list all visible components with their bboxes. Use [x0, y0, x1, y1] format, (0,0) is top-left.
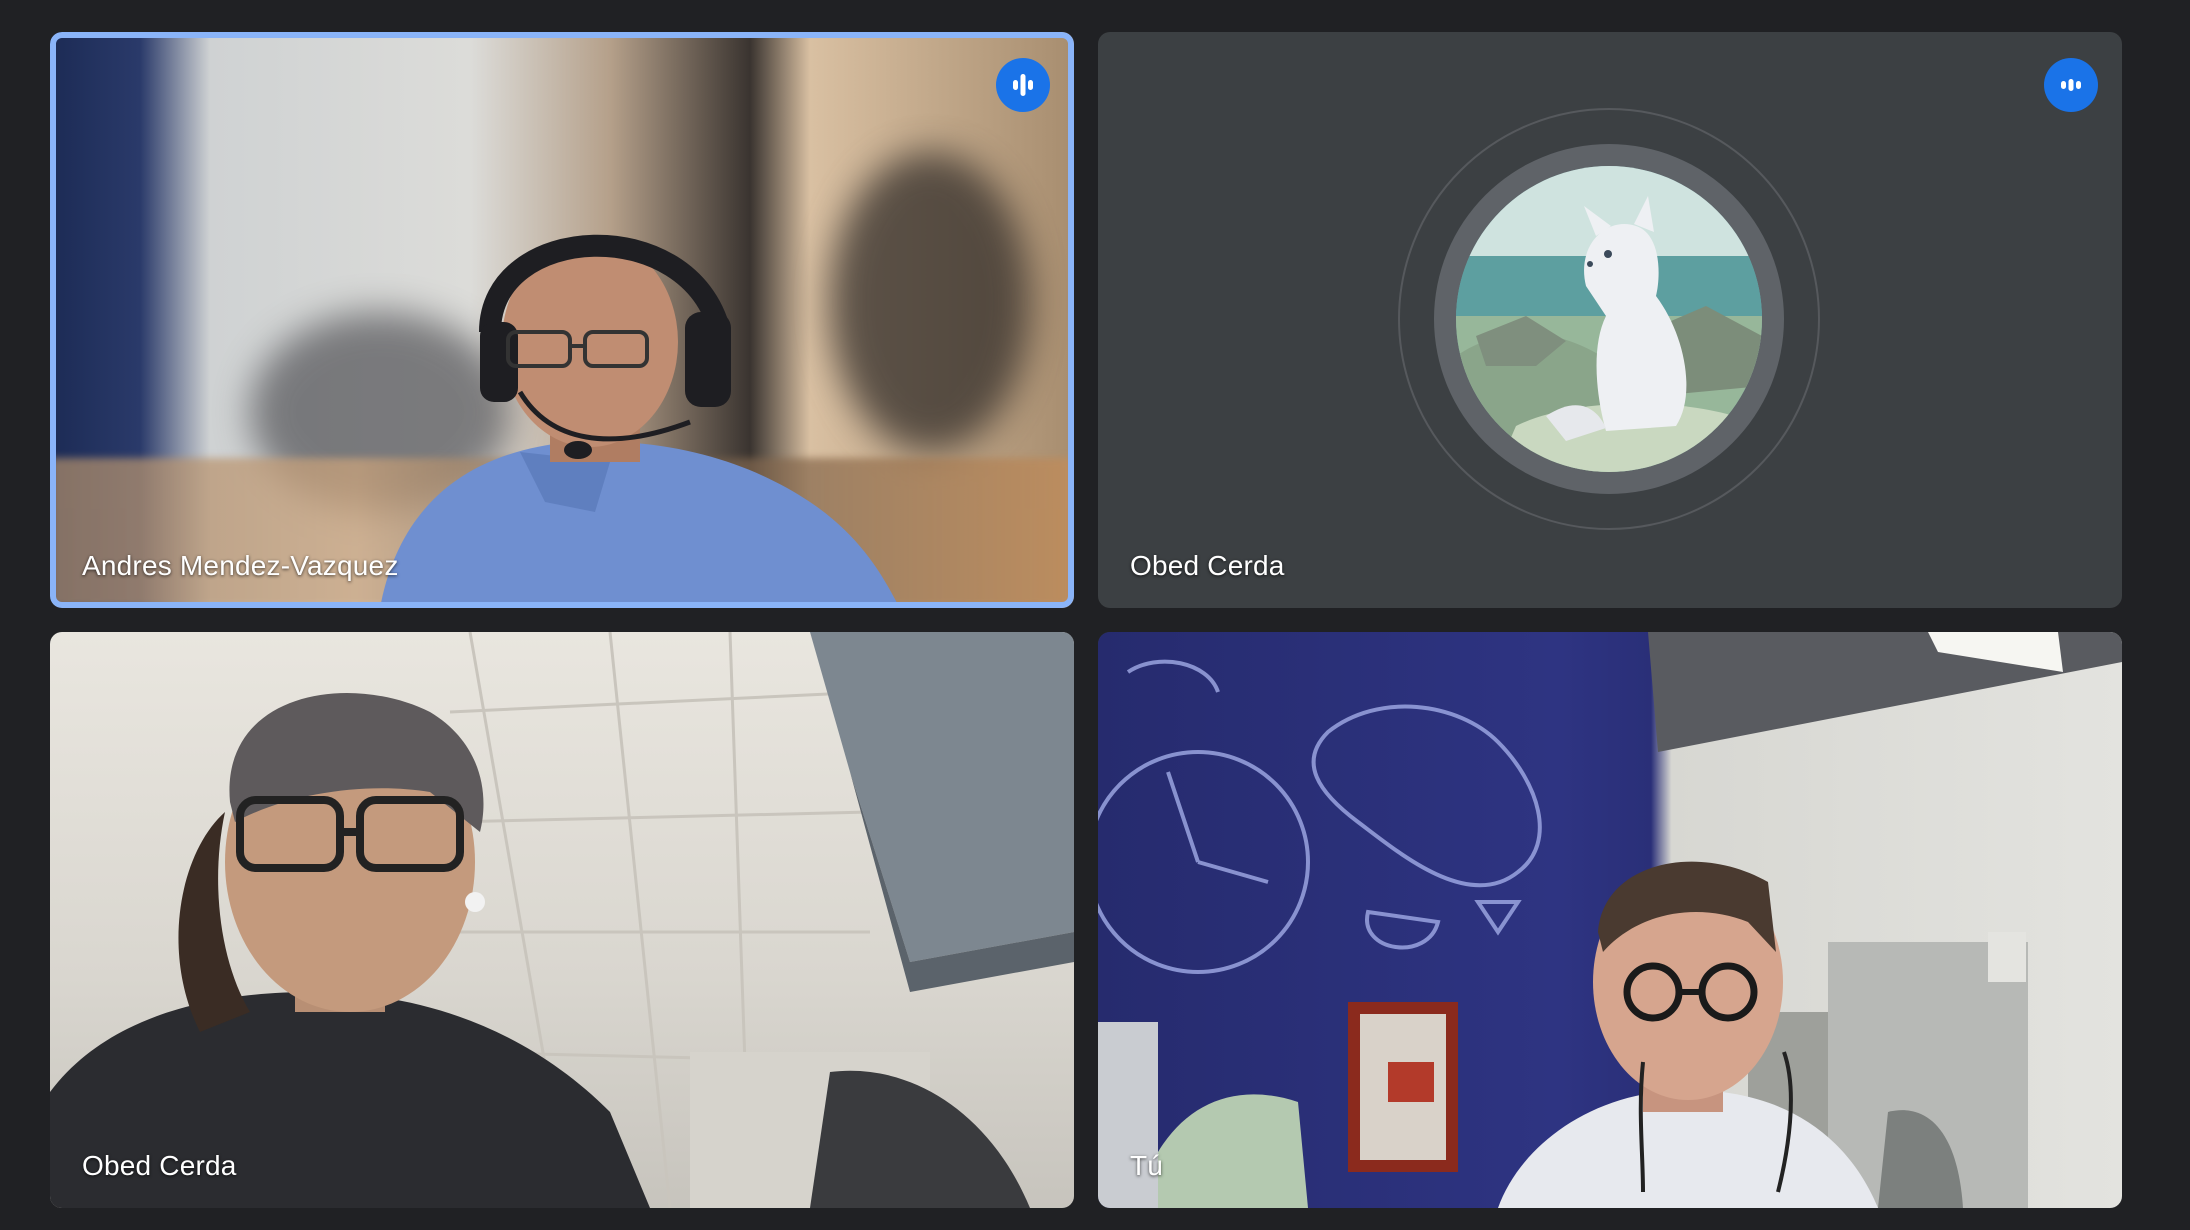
participant-tile-obed-video[interactable]: Obed Cerda: [50, 632, 1074, 1208]
person-silhouette: [380, 234, 900, 608]
participant-name: Obed Cerda: [82, 1150, 237, 1181]
participant-video: [1098, 632, 2122, 1208]
audio-bars-icon: [2061, 79, 2081, 91]
audio-level-indicator: [996, 58, 1050, 112]
participant-name: Obed Cerda: [1130, 550, 1285, 581]
participant-video: [50, 632, 1074, 1208]
meeting-grid: Andres Mendez-Vazquez Obed Cerda Obed Ce…: [0, 0, 2190, 1230]
participant-name: Tú: [1130, 1150, 1164, 1181]
participant-name: Andres Mendez-Vazquez: [82, 550, 399, 581]
participant-tile-andres[interactable]: Andres Mendez-Vazquez: [50, 32, 1074, 608]
participant-tile-obed-avatar[interactable]: Obed Cerda: [1098, 32, 2122, 608]
participant-tile-self[interactable]: Tú: [1098, 632, 2122, 1208]
audio-bars-icon: [1013, 74, 1033, 96]
arctic-fox-avatar-icon: [1456, 166, 1762, 472]
audio-level-indicator: [2044, 58, 2098, 112]
participant-video: [50, 32, 1074, 608]
